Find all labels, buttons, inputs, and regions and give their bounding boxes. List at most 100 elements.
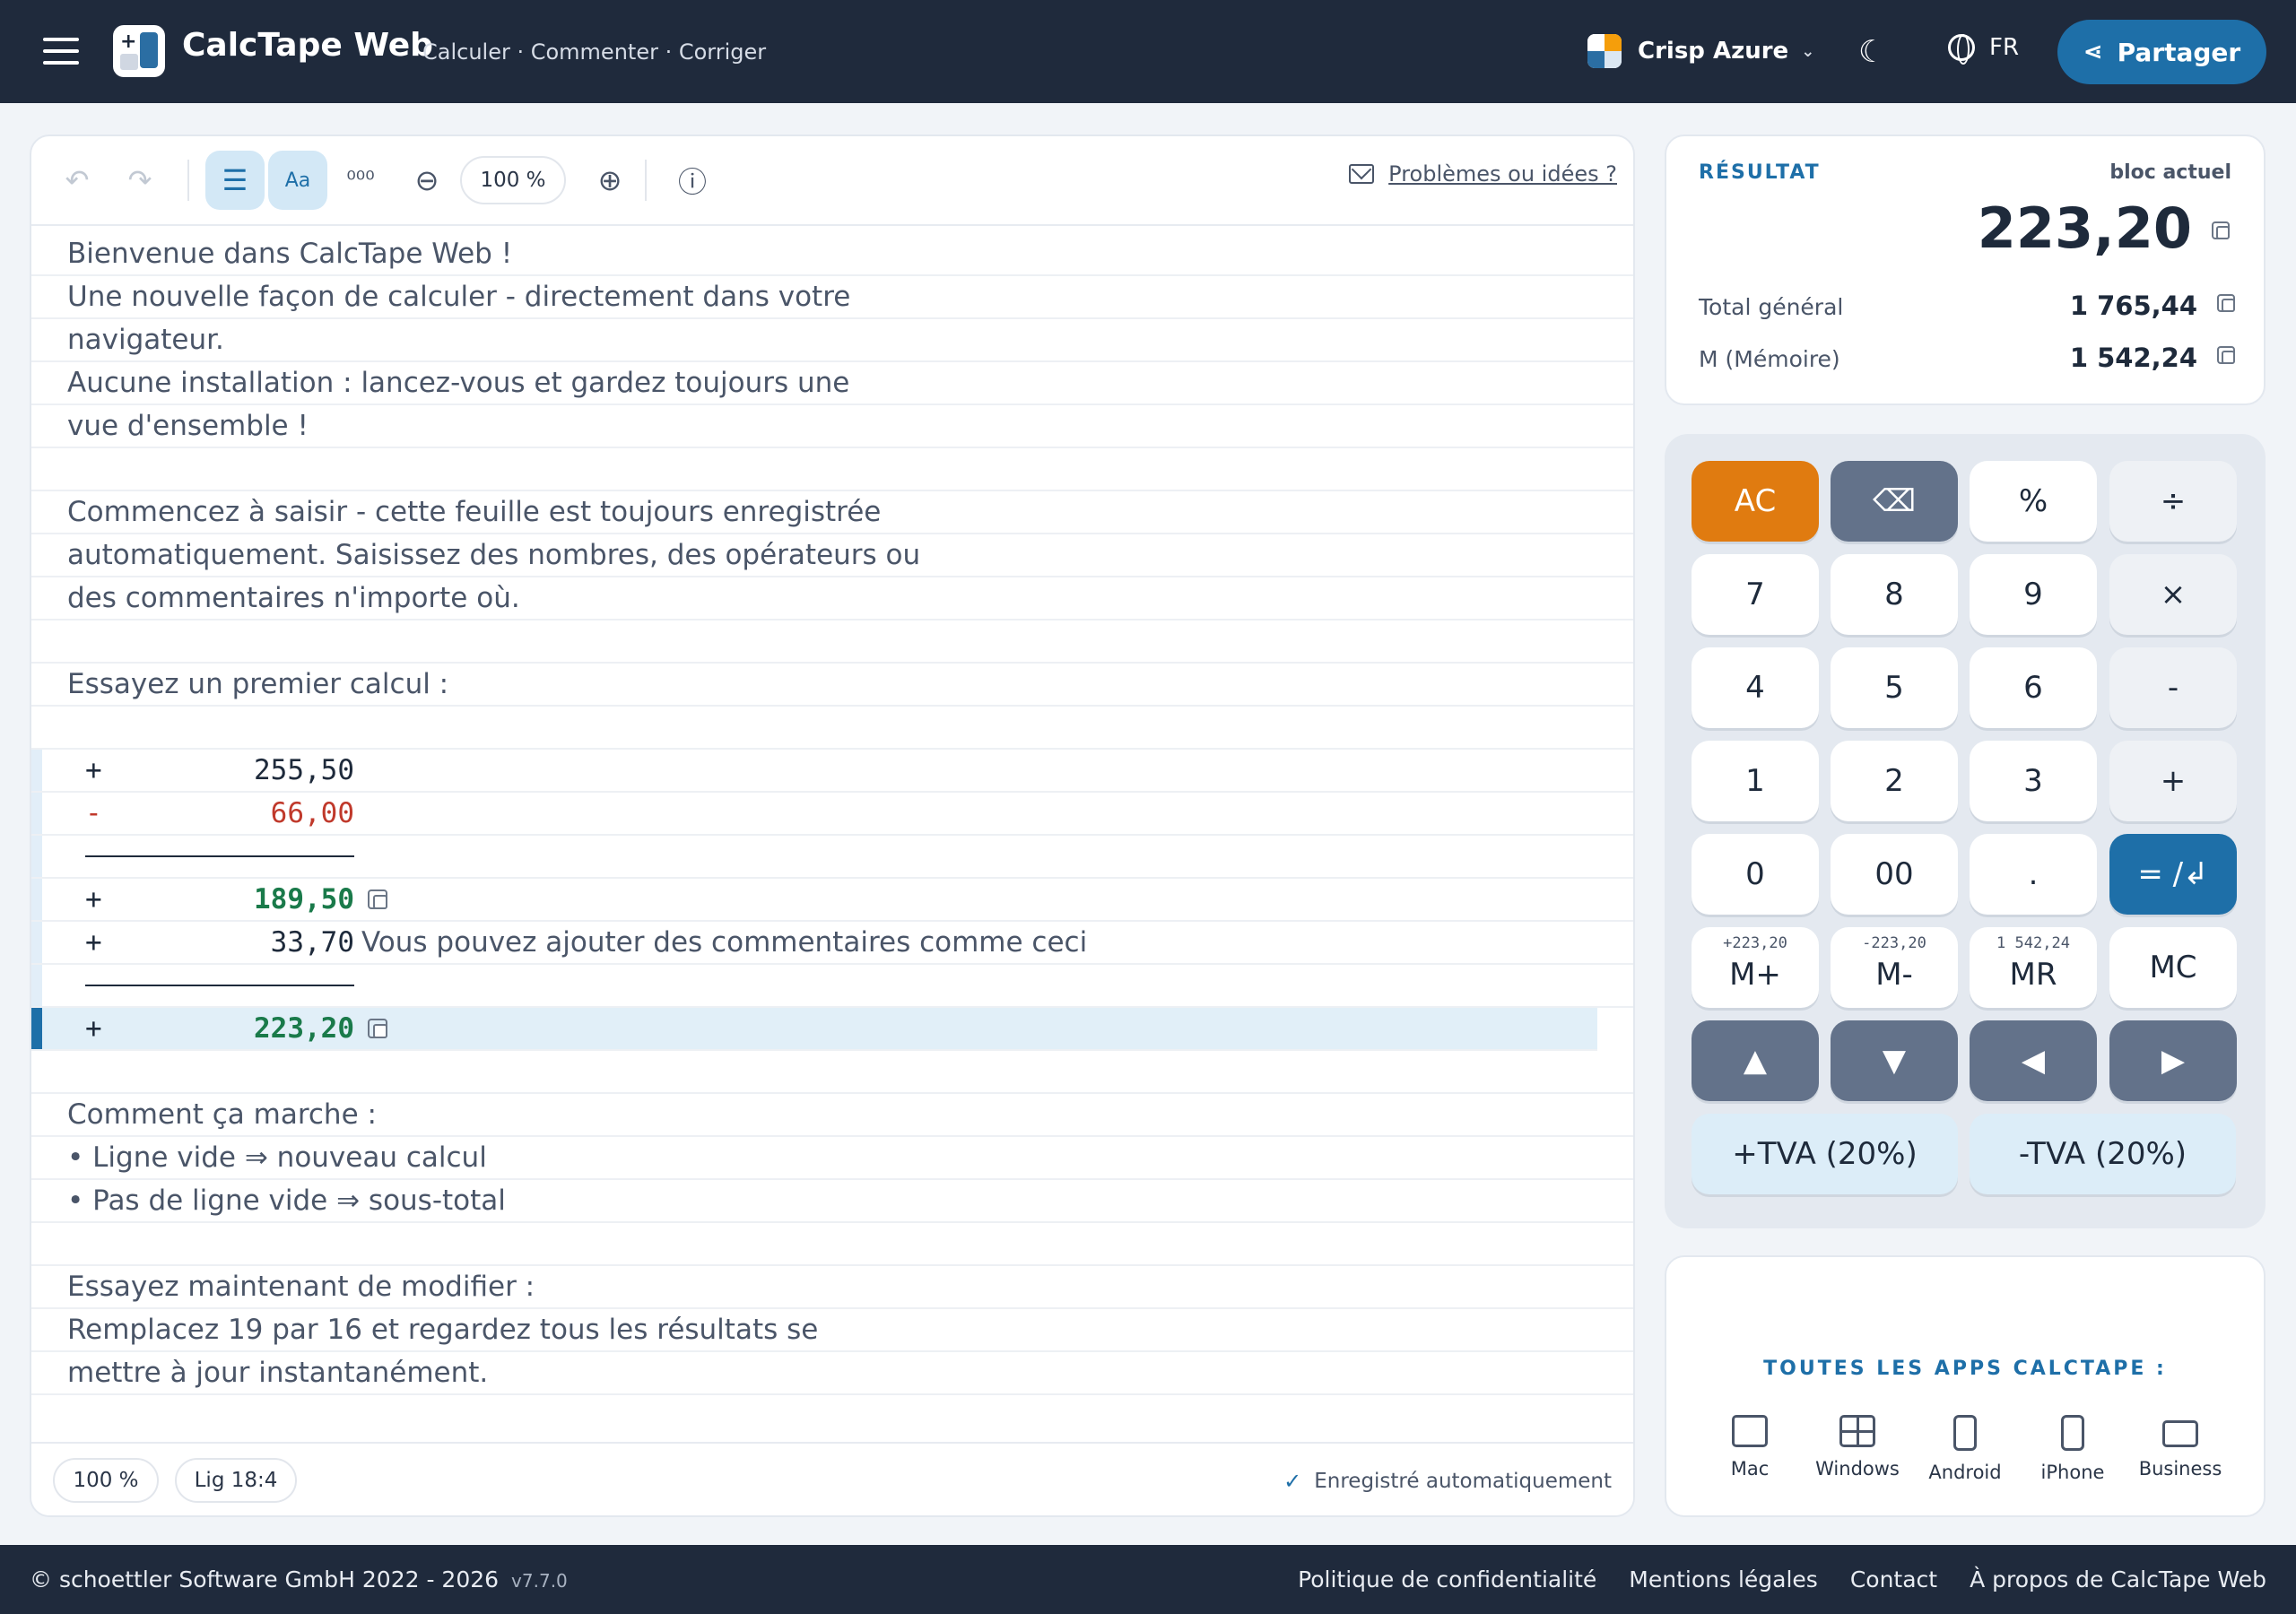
text-line[interactable]: automatiquement. Saisissez des nombres, …: [31, 534, 1633, 577]
theme-selector[interactable]: Crisp Azure ⌄: [1587, 34, 1814, 68]
app-android[interactable]: Android: [1916, 1415, 2014, 1483]
undo-icon[interactable]: ↶: [48, 151, 107, 210]
copy-icon[interactable]: [368, 1019, 387, 1038]
text-line[interactable]: Essayez maintenant de modifier :: [31, 1266, 1633, 1309]
app-label: iPhone: [2040, 1462, 2105, 1483]
dark-mode-moon-icon[interactable]: ☾: [1858, 34, 1894, 70]
text-line[interactable]: Commencez à saisir - cette feuille est t…: [31, 491, 1633, 534]
language-code: FR: [1989, 34, 2020, 61]
arrow-down-key[interactable]: ▼: [1831, 1020, 1958, 1101]
status-bar: 100 % Lig 18:4 ✓ Enregistré automatiquem…: [31, 1442, 1633, 1515]
text-line[interactable]: • Ligne vide ⇒ nouveau calcul: [31, 1137, 1633, 1180]
decimal-key[interactable]: .: [1970, 834, 2097, 915]
copy-icon[interactable]: [368, 889, 387, 909]
text-line[interactable]: des commentaires n'importe où.: [31, 577, 1633, 620]
app-business[interactable]: Business: [2131, 1415, 2230, 1480]
zoom-in-icon[interactable]: ⊕: [580, 151, 639, 210]
copy-memory-icon[interactable]: [2217, 346, 2235, 364]
backspace-key[interactable]: ⌫: [1831, 461, 1958, 542]
arrow-right-key[interactable]: ▶: [2109, 1020, 2237, 1101]
document[interactable]: Bienvenue dans CalcTape Web ! Une nouvel…: [31, 233, 1633, 1395]
app-windows[interactable]: Windows: [1808, 1415, 1907, 1480]
text-line[interactable]: Comment ça marche :: [31, 1094, 1633, 1137]
status-zoom[interactable]: 100 %: [53, 1458, 159, 1503]
current-total-line[interactable]: + 223,20: [31, 1008, 1597, 1051]
key-1[interactable]: 1: [1692, 741, 1819, 821]
check-icon: ✓: [1283, 1469, 1302, 1494]
key-2[interactable]: 2: [1831, 741, 1958, 821]
text-line[interactable]: mettre à jour instantanément.: [31, 1352, 1633, 1395]
text-line[interactable]: [31, 707, 1633, 750]
minus-key[interactable]: -: [2109, 647, 2237, 728]
language-selector[interactable]: FR: [1948, 34, 2020, 65]
memory-recall-label: MR: [2009, 957, 2057, 993]
feedback-link[interactable]: Problèmes ou idées ?: [1349, 161, 1617, 187]
calc-line[interactable]: - 66,00: [31, 793, 1633, 836]
text-line[interactable]: Remplacez 19 par 16 et regardez tous les…: [31, 1309, 1633, 1352]
text-line[interactable]: navigateur.: [31, 319, 1633, 362]
key-6[interactable]: 6: [1970, 647, 2097, 728]
divide-key[interactable]: ÷: [2109, 461, 2237, 542]
redo-icon[interactable]: ↷: [110, 151, 170, 210]
text-line[interactable]: Une nouvelle façon de calculer - directe…: [31, 276, 1633, 319]
memory-clear-key[interactable]: MC: [2109, 927, 2237, 1008]
arrow-left-key[interactable]: ◀: [1970, 1020, 2097, 1101]
equals-enter-key[interactable]: = /↲: [2109, 834, 2237, 915]
ac-key[interactable]: AC: [1692, 461, 1819, 542]
text-line[interactable]: • Pas de ligne vide ⇒ sous-total: [31, 1180, 1633, 1223]
plus-key[interactable]: +: [2109, 741, 2237, 821]
share-button[interactable]: ⋖ Partager: [2057, 20, 2266, 84]
number-format-icon[interactable]: ⁰⁰⁰: [331, 151, 390, 210]
memory-plus-key[interactable]: +223,20 M+: [1692, 927, 1819, 1008]
privacy-link[interactable]: Politique de confidentialité: [1298, 1566, 1596, 1592]
vat-minus-key[interactable]: -TVA (20%): [1970, 1114, 2236, 1194]
menu-icon[interactable]: [43, 38, 79, 66]
copy-grand-total-icon[interactable]: [2217, 294, 2235, 312]
memory-recall-key[interactable]: 1 542,24 MR: [1970, 927, 2097, 1008]
text-line[interactable]: [31, 620, 1633, 664]
subtotal-line[interactable]: + 189,50: [31, 879, 1633, 922]
theme-palette-icon: [1587, 34, 1622, 68]
zoom-out-icon[interactable]: ⊖: [397, 151, 457, 210]
key-8[interactable]: 8: [1831, 554, 1958, 635]
key-4[interactable]: 4: [1692, 647, 1819, 728]
briefcase-icon: [2162, 1420, 2198, 1447]
vat-plus-key[interactable]: +TVA (20%): [1692, 1114, 1958, 1194]
text-line[interactable]: Essayez un premier calcul :: [31, 664, 1633, 707]
key-5[interactable]: 5: [1831, 647, 1958, 728]
zoom-level[interactable]: 100 %: [460, 156, 566, 204]
legal-link[interactable]: Mentions légales: [1629, 1566, 1818, 1592]
text-line[interactable]: [31, 1223, 1633, 1266]
copy-result-icon[interactable]: [2212, 221, 2230, 239]
text-case-button[interactable]: Aa: [268, 151, 327, 210]
result-card: RÉSULTAT bloc actuel 223,20 Total généra…: [1665, 134, 2266, 405]
app-mac[interactable]: Mac: [1700, 1415, 1799, 1480]
text-line[interactable]: Bienvenue dans CalcTape Web !: [31, 233, 1633, 276]
multiply-key[interactable]: ×: [2109, 554, 2237, 635]
mail-icon: [1349, 164, 1375, 184]
calc-line[interactable]: + 255,50: [31, 750, 1633, 793]
apps-card: TOUTES LES APPS CALCTAPE : Mac Windows A…: [1665, 1255, 2266, 1517]
calc-line[interactable]: + 33,70 Vous pouvez ajouter des commenta…: [31, 922, 1633, 965]
app-logo: +: [113, 25, 165, 77]
percent-key[interactable]: %: [1970, 461, 2097, 542]
key-3[interactable]: 3: [1970, 741, 2097, 821]
text-line[interactable]: Aucune installation : lancez-vous et gar…: [31, 362, 1633, 405]
text-line[interactable]: vue d'ensemble !: [31, 405, 1633, 448]
help-icon[interactable]: ⓘ: [663, 151, 722, 210]
autosave-label: Enregistré automatiquement: [1314, 1470, 1612, 1493]
app-iphone[interactable]: iPhone: [2023, 1415, 2122, 1483]
arrow-up-key[interactable]: ▲: [1692, 1020, 1819, 1101]
key-0[interactable]: 0: [1692, 834, 1819, 915]
text-line[interactable]: [31, 448, 1633, 491]
key-00[interactable]: 00: [1831, 834, 1958, 915]
memory-minus-key[interactable]: -223,20 M-: [1831, 927, 1958, 1008]
result-value: 223,20: [1977, 195, 2192, 261]
contact-link[interactable]: Contact: [1850, 1566, 1937, 1592]
about-link[interactable]: À propos de CalcTape Web: [1970, 1566, 2266, 1592]
line-format-icon[interactable]: ☰: [205, 151, 265, 210]
key-7[interactable]: 7: [1692, 554, 1819, 635]
text-line[interactable]: [31, 1051, 1633, 1094]
result-label: RÉSULTAT: [1699, 161, 1821, 184]
key-9[interactable]: 9: [1970, 554, 2097, 635]
